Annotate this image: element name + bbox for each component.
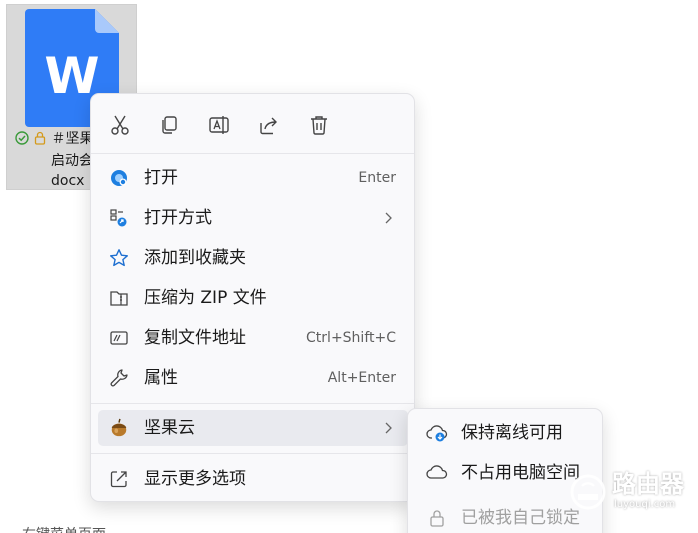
menu-item-label: 添加到收藏夹 [144, 248, 246, 268]
watermark: 路由器 luyouqi.com [568, 470, 692, 514]
lock-icon [33, 131, 47, 145]
chevron-right-icon [385, 212, 392, 224]
menu-item-label: 坚果云 [144, 418, 195, 438]
copy-icon [162, 116, 177, 134]
submenu-item-keep-offline[interactable]: 保持离线可用 [415, 415, 597, 451]
cut-button[interactable] [104, 109, 136, 141]
toolbar-separator [91, 153, 414, 154]
synced-check-icon [15, 131, 29, 145]
zip-folder-icon [109, 288, 129, 308]
file-name-line-1: ＃坚果 [51, 131, 94, 147]
delete-button[interactable] [303, 109, 335, 141]
router-logo-icon [570, 474, 606, 510]
menu-item-label: 显示更多选项 [144, 469, 246, 489]
menu-item-compress-zip[interactable]: 压缩为 ZIP 文件 [98, 280, 408, 316]
open-app-icon [109, 168, 129, 188]
menu-separator [91, 453, 414, 454]
menu-item-label: 打开 [144, 168, 178, 188]
submenu-item-label: 保持离线可用 [461, 423, 563, 443]
context-menu-toolbar [91, 94, 414, 154]
share-button[interactable] [253, 109, 285, 141]
copy-button[interactable] [153, 109, 185, 141]
menu-item-add-to-favorites[interactable]: 添加到收藏夹 [98, 240, 408, 276]
copy-path-icon [109, 328, 129, 348]
lock-icon [430, 510, 444, 527]
menu-item-shortcut: Enter [358, 170, 396, 186]
submenu-item-label: 已被我自己锁定 [461, 508, 580, 528]
star-icon [109, 248, 129, 268]
cloud-download-icon [426, 425, 448, 442]
chevron-right-icon [385, 422, 392, 434]
watermark-title: 路由器 [612, 470, 684, 498]
context-menu: 打开 Enter 打开方式 添加到收藏夹 压缩为 ZIP 文件 复制文件地址 C… [90, 93, 415, 502]
menu-item-shortcut: Ctrl+Shift+C [306, 330, 396, 346]
wrench-icon [109, 368, 129, 388]
menu-item-shortcut: Alt+Enter [327, 370, 396, 386]
cloud-icon [426, 465, 448, 479]
menu-separator [91, 403, 414, 404]
menu-item-copy-path[interactable]: 复制文件地址 Ctrl+Shift+C [98, 320, 408, 356]
nut-cloud-icon [109, 418, 129, 438]
background-partial-text: 右键菜单页面 [22, 524, 106, 533]
menu-item-label: 属性 [144, 368, 178, 388]
rename-icon [209, 116, 229, 134]
menu-item-nutstore[interactable]: 坚果云 [98, 410, 408, 446]
menu-item-open-with[interactable]: 打开方式 [98, 200, 408, 236]
desktop-stage: W ＃坚果 启动会 docx 右键菜单页面 [0, 0, 698, 533]
menu-item-label: 打开方式 [144, 208, 212, 228]
menu-item-open[interactable]: 打开 Enter [98, 160, 408, 196]
open-with-icon [109, 208, 129, 228]
watermark-subtitle: luyouqi.com [614, 499, 676, 510]
delete-icon [311, 116, 327, 135]
cut-icon [111, 115, 129, 135]
share-icon [260, 117, 277, 135]
menu-item-label: 复制文件地址 [144, 328, 246, 348]
menu-item-label: 压缩为 ZIP 文件 [144, 288, 267, 308]
menu-item-show-more-options[interactable]: 显示更多选项 [98, 461, 408, 497]
file-status-icons [15, 131, 47, 151]
submenu-item-label: 不占用电脑空间 [461, 463, 580, 483]
show-more-icon [109, 469, 129, 489]
menu-item-properties[interactable]: 属性 Alt+Enter [98, 360, 408, 396]
rename-button[interactable] [203, 109, 235, 141]
